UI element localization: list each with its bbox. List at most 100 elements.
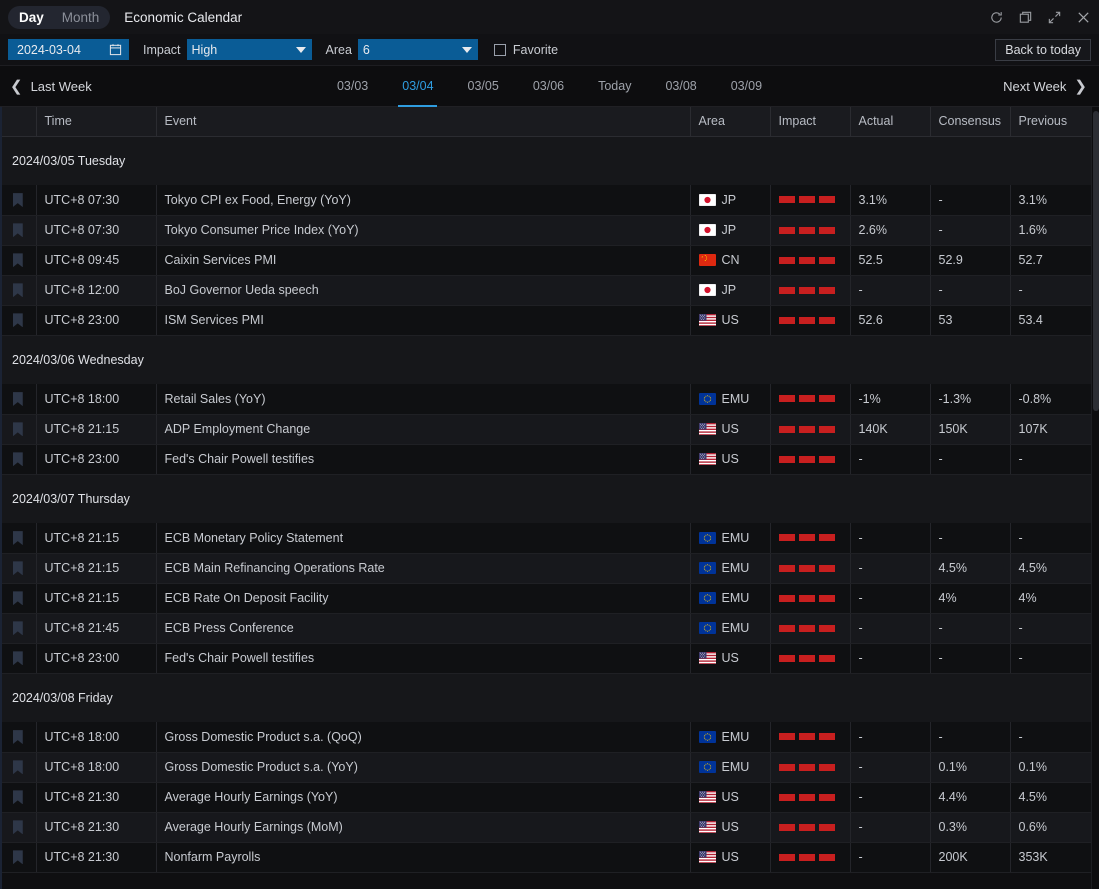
bookmark-icon[interactable] <box>13 591 23 605</box>
bookmark-icon[interactable] <box>13 561 23 575</box>
back-to-today-button[interactable]: Back to today <box>995 39 1091 61</box>
cell-event[interactable]: Retail Sales (YoY) <box>156 384 690 414</box>
impact-filter-select[interactable]: High <box>187 39 312 60</box>
favorite-filter[interactable]: Favorite <box>494 43 558 57</box>
bookmark-cell[interactable] <box>0 305 36 335</box>
bookmark-cell[interactable] <box>0 812 36 842</box>
favorite-checkbox[interactable] <box>494 44 506 56</box>
bookmark-cell[interactable] <box>0 275 36 305</box>
cell-event[interactable]: Fed's Chair Powell testifies <box>156 444 690 474</box>
bookmark-cell[interactable] <box>0 185 36 215</box>
scrollbar-thumb[interactable] <box>1093 111 1099 411</box>
date-input[interactable]: 2024-03-04 <box>8 39 129 60</box>
cell-event[interactable]: Average Hourly Earnings (YoY) <box>156 782 690 812</box>
bookmark-icon[interactable] <box>13 193 23 207</box>
bookmark-cell[interactable] <box>0 215 36 245</box>
cell-event[interactable]: ISM Services PMI <box>156 305 690 335</box>
cell-event[interactable]: Fed's Chair Powell testifies <box>156 643 690 673</box>
table-row[interactable]: UTC+8 21:15ECB Rate On Deposit FacilityE… <box>0 583 1091 613</box>
bookmark-icon[interactable] <box>13 790 23 804</box>
cell-event[interactable]: Average Hourly Earnings (MoM) <box>156 812 690 842</box>
day-tab-3[interactable]: 03/06 <box>516 66 581 107</box>
restore-window-icon[interactable] <box>1018 10 1033 25</box>
table-row[interactable]: UTC+8 07:30Tokyo Consumer Price Index (Y… <box>0 215 1091 245</box>
close-icon[interactable] <box>1076 10 1091 25</box>
cell-event[interactable]: ECB Monetary Policy Statement <box>156 523 690 553</box>
cell-area: US <box>690 414 770 444</box>
day-tab-1[interactable]: 03/04 <box>385 66 450 107</box>
cell-event[interactable]: Caixin Services PMI <box>156 245 690 275</box>
area-filter-select[interactable]: 6 <box>358 39 478 60</box>
bookmark-icon[interactable] <box>13 820 23 834</box>
day-tab-2[interactable]: 03/05 <box>451 66 516 107</box>
bookmark-cell[interactable] <box>0 722 36 752</box>
refresh-icon[interactable] <box>989 10 1004 25</box>
table-row[interactable]: UTC+8 09:45Caixin Services PMICN52.552.9… <box>0 245 1091 275</box>
cell-time: UTC+8 12:00 <box>36 275 156 305</box>
cell-event[interactable]: Gross Domestic Product s.a. (YoY) <box>156 752 690 782</box>
view-mode-month[interactable]: Month <box>53 6 109 29</box>
chevron-down-icon[interactable] <box>462 47 472 53</box>
bookmark-icon[interactable] <box>13 531 23 545</box>
view-mode-day[interactable]: Day <box>10 6 53 29</box>
bookmark-cell[interactable] <box>0 752 36 782</box>
bookmark-icon[interactable] <box>13 452 23 466</box>
table-row[interactable]: UTC+8 21:15ADP Employment ChangeUS140K15… <box>0 414 1091 444</box>
cell-event[interactable]: ADP Employment Change <box>156 414 690 444</box>
day-tab-5[interactable]: 03/08 <box>648 66 713 107</box>
table-row[interactable]: UTC+8 18:00Retail Sales (YoY)EMU-1%-1.3%… <box>0 384 1091 414</box>
calendar-icon[interactable] <box>109 43 122 56</box>
table-row[interactable]: UTC+8 21:15ECB Main Refinancing Operatio… <box>0 553 1091 583</box>
bookmark-icon[interactable] <box>13 313 23 327</box>
cell-event[interactable]: Tokyo Consumer Price Index (YoY) <box>156 215 690 245</box>
day-tab-today[interactable]: Today <box>581 66 648 107</box>
bookmark-icon[interactable] <box>13 850 23 864</box>
cell-event[interactable]: Nonfarm Payrolls <box>156 842 690 872</box>
bookmark-cell[interactable] <box>0 523 36 553</box>
bookmark-cell[interactable] <box>0 553 36 583</box>
table-row[interactable]: UTC+8 18:00Gross Domestic Product s.a. (… <box>0 722 1091 752</box>
table-row[interactable]: UTC+8 23:00Fed's Chair Powell testifiesU… <box>0 444 1091 474</box>
table-row[interactable]: UTC+8 21:30Nonfarm PayrollsUS-200K353K <box>0 842 1091 872</box>
bookmark-cell[interactable] <box>0 444 36 474</box>
cell-event[interactable]: BoJ Governor Ueda speech <box>156 275 690 305</box>
table-row[interactable]: UTC+8 07:30Tokyo CPI ex Food, Energy (Yo… <box>0 185 1091 215</box>
table-row[interactable]: UTC+8 23:00ISM Services PMIUS52.65353.4 <box>0 305 1091 335</box>
cell-event[interactable]: Gross Domestic Product s.a. (QoQ) <box>156 722 690 752</box>
table-row[interactable]: UTC+8 21:15ECB Monetary Policy Statement… <box>0 523 1091 553</box>
bookmark-icon[interactable] <box>13 283 23 297</box>
bookmark-icon[interactable] <box>13 253 23 267</box>
view-mode-toggle[interactable]: Day Month <box>8 6 110 29</box>
cell-event[interactable]: ECB Main Refinancing Operations Rate <box>156 553 690 583</box>
bookmark-icon[interactable] <box>13 392 23 406</box>
vertical-scrollbar[interactable] <box>1091 107 1099 889</box>
bookmark-cell[interactable] <box>0 583 36 613</box>
bookmark-cell[interactable] <box>0 613 36 643</box>
cell-event[interactable]: ECB Rate On Deposit Facility <box>156 583 690 613</box>
table-row[interactable]: UTC+8 18:00Gross Domestic Product s.a. (… <box>0 752 1091 782</box>
bookmark-icon[interactable] <box>13 760 23 774</box>
bookmark-icon[interactable] <box>13 223 23 237</box>
bookmark-icon[interactable] <box>13 730 23 744</box>
table-row[interactable]: UTC+8 21:30Average Hourly Earnings (YoY)… <box>0 782 1091 812</box>
bookmark-cell[interactable] <box>0 643 36 673</box>
chevron-down-icon[interactable] <box>296 47 306 53</box>
bookmark-cell[interactable] <box>0 842 36 872</box>
bookmark-cell[interactable] <box>0 384 36 414</box>
table-row[interactable]: UTC+8 23:00Fed's Chair Powell testifiesU… <box>0 643 1091 673</box>
bookmark-icon[interactable] <box>13 651 23 665</box>
day-tab-0[interactable]: 03/03 <box>320 66 385 107</box>
table-row[interactable]: UTC+8 21:45ECB Press ConferenceEMU--- <box>0 613 1091 643</box>
next-week-button[interactable]: Next Week ❯ <box>1003 79 1087 94</box>
cell-event[interactable]: ECB Press Conference <box>156 613 690 643</box>
bookmark-icon[interactable] <box>13 422 23 436</box>
table-row[interactable]: UTC+8 12:00BoJ Governor Ueda speechJP--- <box>0 275 1091 305</box>
bookmark-cell[interactable] <box>0 782 36 812</box>
expand-icon[interactable] <box>1047 10 1062 25</box>
cell-event[interactable]: Tokyo CPI ex Food, Energy (YoY) <box>156 185 690 215</box>
day-tab-6[interactable]: 03/09 <box>714 66 779 107</box>
bookmark-icon[interactable] <box>13 621 23 635</box>
bookmark-cell[interactable] <box>0 245 36 275</box>
table-row[interactable]: UTC+8 21:30Average Hourly Earnings (MoM)… <box>0 812 1091 842</box>
bookmark-cell[interactable] <box>0 414 36 444</box>
